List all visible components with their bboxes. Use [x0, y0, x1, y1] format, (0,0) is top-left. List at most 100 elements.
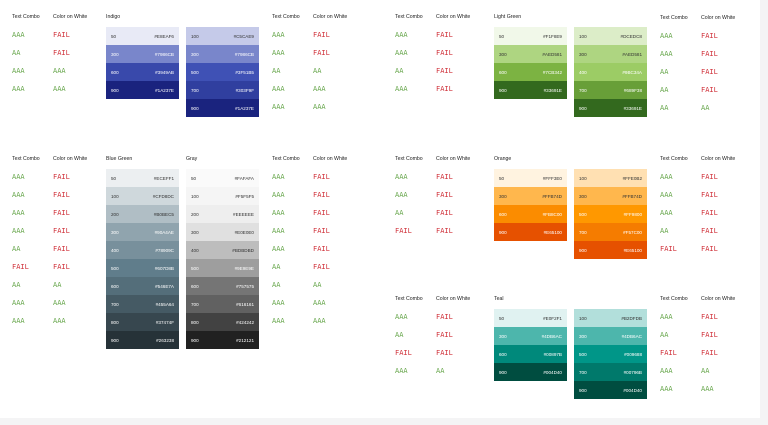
text-combo-rating: FAIL: [395, 349, 412, 357]
color-on-white-rating: FAIL: [53, 227, 70, 235]
color-swatch: 600 #00897B: [494, 345, 567, 363]
swatch-hex: #E0F2F1: [543, 315, 562, 321]
swatch-hex: #455A64: [155, 301, 174, 307]
text-combo-rating: AAA: [395, 313, 408, 321]
color-on-white-rating: FAIL: [436, 331, 453, 339]
swatch-shade: 700: [579, 229, 587, 235]
text-combo-rating: FAIL: [395, 227, 412, 235]
palette-title: Light Green: [494, 14, 522, 20]
swatch-hex: #E65100: [543, 229, 562, 235]
color-swatch: 300 #4DB6AC: [574, 327, 647, 345]
swatch-hex: #90A4AE: [154, 229, 174, 235]
color-swatch: 100 #DCEDC8: [574, 27, 647, 45]
text-combo-rating: AAA: [660, 367, 673, 375]
color-on-white-rating: AA: [313, 67, 322, 75]
color-on-white-rating: FAIL: [701, 68, 718, 76]
text-combo-rating: AA: [272, 67, 281, 75]
color-swatch: 900 #004D40: [494, 363, 567, 381]
color-swatch: 50 #FAFAFA: [186, 169, 259, 187]
color-swatch: 300 #FFB74D: [574, 187, 647, 205]
color-on-white-rating: FAIL: [436, 31, 453, 39]
color-swatch: 50 #E8EAF6: [106, 27, 179, 45]
swatch-hex: #1A237E: [155, 87, 174, 93]
swatch-shade: 100: [579, 315, 587, 321]
swatch-shade: 400: [579, 69, 587, 75]
color-on-white-rating: FAIL: [436, 173, 453, 181]
text-combo-rating: FAIL: [660, 245, 677, 253]
swatch-hex: #C5CAE9: [233, 33, 254, 39]
text-combo-rating: AAA: [12, 317, 25, 325]
text-combo-rating: AAA: [272, 31, 285, 39]
text-combo-rating: AAA: [272, 209, 285, 217]
palette-title: Orange: [494, 156, 512, 162]
color-swatch: 100 #FFE0B2: [574, 169, 647, 187]
color-on-white-rating: AAA: [313, 103, 326, 111]
swatch-hex: #CFD8DC: [152, 193, 174, 199]
swatch-shade: 300: [499, 193, 507, 199]
swatch-hex: #4DB6AC: [621, 333, 642, 339]
color-on-white-header: Color on White: [53, 156, 88, 162]
color-on-white-header: Color on White: [701, 296, 736, 302]
swatch-shade: 500: [111, 265, 119, 271]
swatch-shade: 600: [499, 69, 507, 75]
text-combo-rating: AAA: [272, 85, 285, 93]
swatch-shade: 600: [111, 283, 119, 289]
color-on-white-rating: FAIL: [313, 49, 330, 57]
color-on-white-rating: FAIL: [701, 191, 718, 199]
swatch-hex: #7986CB: [154, 51, 174, 57]
swatch-shade: 200: [191, 211, 199, 217]
text-combo-rating: AAA: [395, 191, 408, 199]
swatch-hex: #E0E0E0: [234, 229, 254, 235]
swatch-shade: 50: [499, 175, 505, 181]
color-swatch: 700 #455A64: [106, 295, 179, 313]
text-combo-rating: AA: [395, 67, 404, 75]
swatch-shade: 100: [111, 193, 119, 199]
text-combo-rating: AAA: [660, 50, 673, 58]
swatch-hex: #E65100: [623, 247, 642, 253]
swatch-hex: #1A237E: [235, 105, 254, 111]
color-on-white-header: Color on White: [313, 156, 348, 162]
color-swatch: 50 #F1F8E9: [494, 27, 567, 45]
swatch-hex: #AED581: [542, 51, 562, 57]
swatch-shade: 100: [579, 175, 587, 181]
text-combo-rating: AAA: [395, 85, 408, 93]
swatch-hex: #546E7A: [155, 283, 174, 289]
swatch-shade: 600: [499, 351, 507, 357]
color-on-white-rating: FAIL: [53, 31, 70, 39]
swatch-hex: #FB8C00: [542, 211, 562, 217]
color-swatch: 700 #616161: [186, 295, 259, 313]
color-swatch: 700 #303F9F: [186, 81, 259, 99]
palette-title: Indigo: [106, 14, 121, 20]
color-on-white-rating: FAIL: [436, 313, 453, 321]
swatch-hex: #E8EAF6: [154, 33, 174, 39]
swatch-shade: 500: [579, 351, 587, 357]
color-on-white-header: Color on White: [436, 14, 471, 20]
color-swatch: 300 #4DB6AC: [494, 327, 567, 345]
color-swatch: 900 #33691E: [574, 99, 647, 117]
text-combo-rating: AA: [395, 331, 404, 339]
color-swatch: 900 #263238: [106, 331, 179, 349]
swatch-hex: #FFE0B2: [622, 175, 642, 181]
color-on-white-rating: FAIL: [436, 49, 453, 57]
swatch-hex: #F1F8E9: [543, 33, 562, 39]
swatch-shade: 900: [499, 229, 507, 235]
swatch-shade: 700: [579, 87, 587, 93]
text-combo-header: Text Combo: [395, 14, 423, 20]
color-swatch: 500 #009688: [574, 345, 647, 363]
color-on-white-rating: FAIL: [701, 313, 718, 321]
swatch-hex: #AED581: [622, 51, 642, 57]
color-on-white-rating: AAA: [53, 85, 66, 93]
swatch-shade: 700: [579, 369, 587, 375]
swatch-shade: 900: [499, 87, 507, 93]
color-on-white-rating: FAIL: [313, 173, 330, 181]
text-combo-header: Text Combo: [272, 14, 300, 20]
color-on-white-rating: FAIL: [53, 173, 70, 181]
text-combo-header: Text Combo: [395, 156, 423, 162]
swatch-hex: #78909C: [155, 247, 174, 253]
swatch-hex: #B2DFDB: [621, 315, 642, 321]
text-combo-rating: AAA: [395, 49, 408, 57]
swatch-shade: 300: [579, 333, 587, 339]
color-swatch: 200 #EEEEEE: [186, 205, 259, 223]
text-combo-rating: AAA: [272, 49, 285, 57]
swatch-shade: 700: [191, 301, 199, 307]
